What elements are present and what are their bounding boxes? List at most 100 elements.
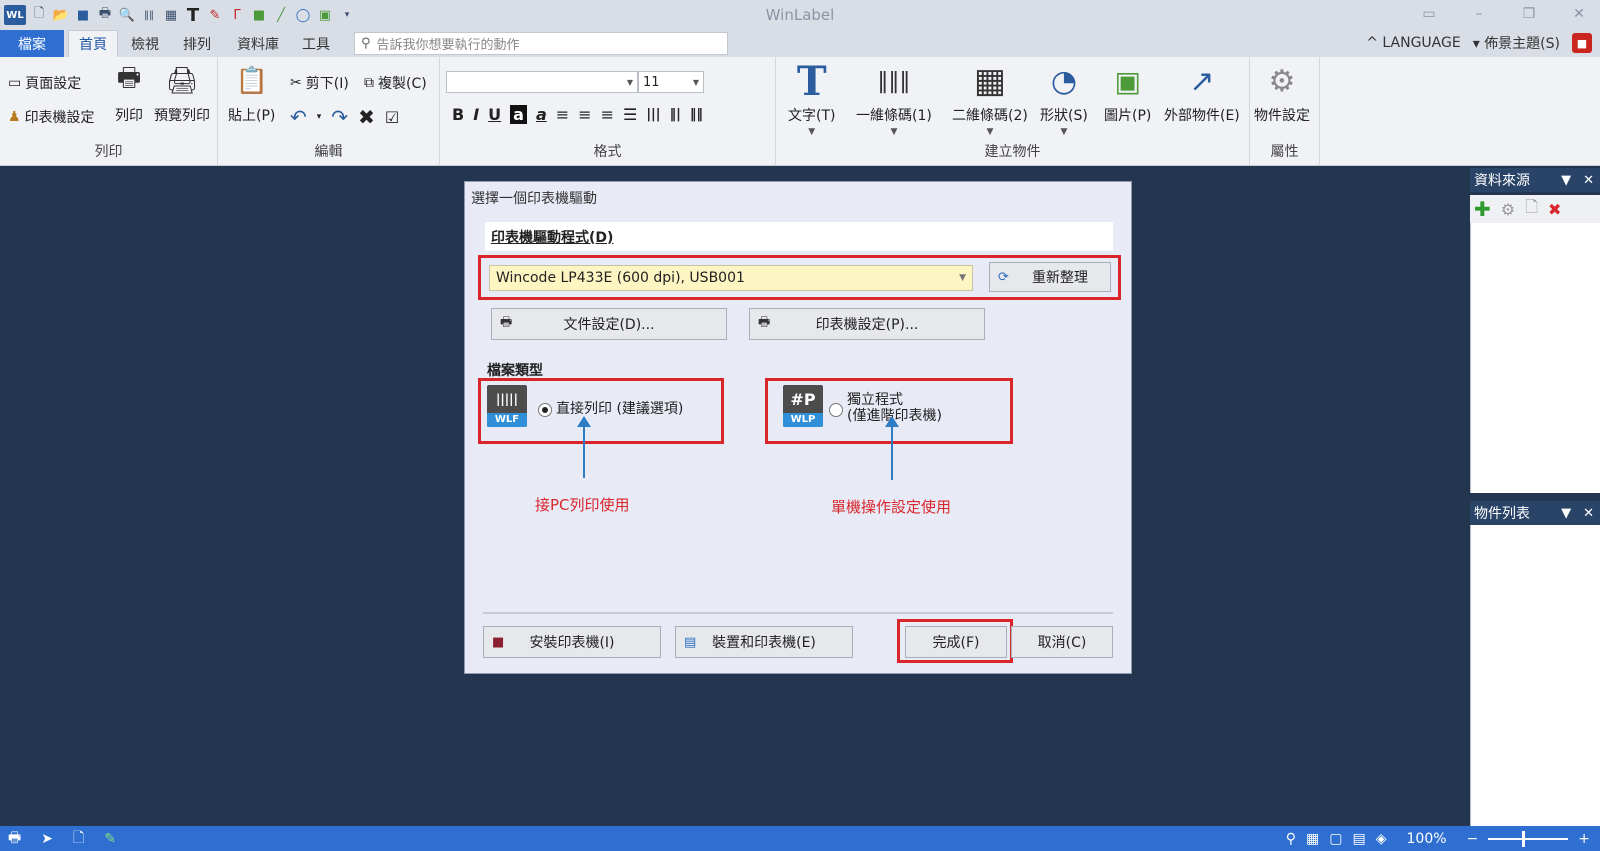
view-grid-icon[interactable]: ▦ — [1306, 831, 1319, 847]
page-icon[interactable]: 🗋 — [73, 827, 84, 851]
select-all-icon[interactable]: ☑ — [385, 108, 399, 127]
zoom-out-button[interactable]: − — [1467, 831, 1479, 847]
barcode-number-icon[interactable]: ‖‖ — [690, 107, 703, 122]
rectangle-icon[interactable]: ■ — [250, 6, 268, 24]
panel-close-icon[interactable]: ✕ — [1583, 506, 1594, 521]
undo-icon[interactable]: ↶ — [290, 105, 307, 129]
devices-printers-button[interactable]: ▤ 裝置和印表機(E) — [675, 626, 853, 658]
object-settings-button[interactable]: ⚙ 物件設定 — [1254, 61, 1310, 125]
italic-icon[interactable]: I — [473, 105, 479, 124]
tag-icon[interactable]: ✎ — [104, 831, 116, 847]
paste-label: 貼上(P) — [228, 108, 276, 124]
underline-icon[interactable]: U — [488, 105, 501, 124]
preview-print-button[interactable]: 🖨 預覽列印 — [154, 61, 210, 125]
line-icon[interactable]: Γ — [228, 6, 246, 24]
document-icon[interactable]: 🗋 — [1525, 196, 1538, 223]
theme-menu[interactable]: ▾ 佈景主題(S) — [1473, 33, 1560, 53]
standalone-label-line1[interactable]: 獨立程式 — [847, 393, 903, 408]
standalone-radio[interactable] — [829, 403, 843, 417]
text-object-button[interactable]: T 文字(T) ▼ — [788, 58, 835, 138]
panel-menu-icon[interactable]: ▼ — [1561, 173, 1571, 188]
edit-icon[interactable]: ✎ — [206, 6, 224, 24]
finish-button[interactable]: 完成(F) — [905, 626, 1007, 658]
add-icon[interactable]: ✚ — [1474, 197, 1491, 221]
tab-tools[interactable]: 工具 — [296, 30, 336, 57]
close-icon[interactable]: ✕ — [1568, 2, 1590, 26]
zoom-fit-icon[interactable]: ⚲ — [1286, 831, 1296, 847]
tell-me-search[interactable]: ⚲ 告訴我你想要執行的動作 — [354, 32, 728, 55]
picture-button[interactable]: ▣ 圖片(P) — [1104, 61, 1151, 125]
cancel-button[interactable]: 取消(C) — [1011, 626, 1113, 658]
tab-arrange[interactable]: 排列 — [176, 30, 218, 57]
font-name-combo[interactable]: ▼ — [446, 71, 638, 93]
print-icon[interactable]: 🖶 — [96, 6, 114, 24]
settings-icon[interactable]: ⚙ — [1501, 200, 1515, 219]
barcode-2d-button[interactable]: ▦ 二維條碼(2) ▼ — [952, 61, 1028, 137]
printer-setup-button[interactable]: ♟ 印表機設定 — [8, 107, 95, 127]
align-left-icon[interactable]: ≡ — [556, 105, 569, 124]
panel-close-icon[interactable]: ✕ — [1583, 173, 1594, 188]
tab-database[interactable]: 資料庫 — [230, 30, 286, 57]
tab-home[interactable]: 首頁 — [68, 30, 118, 57]
ellipse-icon[interactable]: ◯ — [294, 6, 312, 24]
copy-button[interactable]: ⧉ 複製(C) — [364, 73, 427, 93]
user-badge-icon[interactable]: ■ — [1572, 33, 1592, 53]
external-object-button[interactable]: ↗ 外部物件(E) — [1164, 61, 1240, 125]
shape-button[interactable]: ◔ 形狀(S) ▼ — [1040, 61, 1088, 138]
save-icon[interactable]: ■ — [74, 6, 92, 24]
align-center-icon[interactable]: ≡ — [578, 105, 591, 124]
print-button[interactable]: 🖶 列印 — [110, 61, 148, 125]
outline-text-icon[interactable]: a — [536, 105, 547, 124]
language-menu[interactable]: ^ LANGUAGE — [1366, 35, 1460, 51]
preview-icon[interactable]: 🔍 — [118, 6, 136, 24]
barcode-small-icon[interactable]: ||| — [646, 107, 660, 122]
customize-qat-icon[interactable]: ▾ — [338, 6, 356, 24]
redo-icon[interactable]: ↷ — [331, 105, 348, 129]
annotation-arrow-right — [885, 416, 899, 480]
paste-button[interactable]: 📋 貼上(P) — [228, 61, 275, 125]
barcode-1d-button[interactable]: ‖‖‖ 一維條碼(1) ▼ — [856, 61, 932, 138]
document-settings-button[interactable]: 🖶 文件設定(D)... — [491, 308, 727, 340]
view-table-icon[interactable]: ▤ — [1352, 831, 1365, 847]
objects-panel-body[interactable] — [1470, 525, 1600, 826]
delete-icon[interactable]: ✖ — [358, 105, 375, 129]
pointer-icon[interactable]: ➤ — [41, 831, 53, 847]
barcode-text-icon[interactable]: ‖| — [670, 107, 681, 122]
align-right-icon[interactable]: ≡ — [601, 105, 614, 124]
tab-view[interactable]: 檢視 — [124, 30, 166, 57]
barcode-icon[interactable]: ‖‖ — [140, 6, 158, 24]
printer-status-icon[interactable]: 🖶 — [8, 827, 21, 851]
bold-icon[interactable]: B — [452, 105, 464, 124]
page-setup-button[interactable]: ▭ 頁面設定 — [8, 73, 81, 93]
minimize-icon[interactable]: – — [1468, 2, 1490, 26]
delete-source-icon[interactable]: ✖ — [1548, 200, 1561, 219]
refresh-button[interactable]: ⟳ 重新整理 — [989, 262, 1111, 292]
new-file-icon[interactable]: 🗋 — [30, 6, 48, 24]
view-page-icon[interactable]: ▢ — [1329, 831, 1342, 847]
panel-menu-icon[interactable]: ▼ — [1561, 506, 1571, 521]
zoom-slider[interactable] — [1488, 830, 1569, 847]
printer-small-icon: 🖶 — [758, 315, 771, 330]
driver-select[interactable]: Wincode LP433E (600 dpi), USB001 ▼ — [489, 265, 973, 291]
image-icon[interactable]: ▣ — [316, 6, 334, 24]
direct-print-radio[interactable] — [538, 403, 552, 417]
open-folder-icon[interactable]: 📂 — [52, 6, 70, 24]
cut-button[interactable]: ✂ 剪下(I) — [290, 73, 349, 93]
diagonal-line-icon[interactable]: ╱ — [272, 6, 290, 24]
inverse-text-icon[interactable]: a — [510, 105, 527, 124]
text-icon[interactable]: T — [184, 5, 202, 26]
maximize-icon[interactable]: ❐ — [1518, 2, 1540, 26]
ribbon-display-icon[interactable]: ▭ — [1418, 2, 1440, 26]
view-tag-icon[interactable]: ◈ — [1376, 831, 1387, 847]
qrcode-icon[interactable]: ▦ — [162, 6, 180, 24]
justify-icon[interactable]: ☰ — [623, 105, 637, 124]
direct-print-label[interactable]: 直接列印 (建議選項) — [556, 402, 683, 417]
app-logo[interactable]: WL — [4, 5, 26, 25]
printer-settings-button[interactable]: 🖶 印表機設定(P)... — [749, 308, 985, 340]
datasource-panel-body[interactable] — [1470, 223, 1600, 493]
font-size-combo[interactable]: 11 ▼ — [638, 71, 704, 93]
tab-file[interactable]: 檔案 — [0, 30, 64, 57]
undo-dropdown-icon[interactable]: ▾ — [317, 112, 322, 122]
install-printer-button[interactable]: ■ 安裝印表機(I) — [483, 626, 661, 658]
zoom-in-button[interactable]: + — [1578, 831, 1590, 847]
